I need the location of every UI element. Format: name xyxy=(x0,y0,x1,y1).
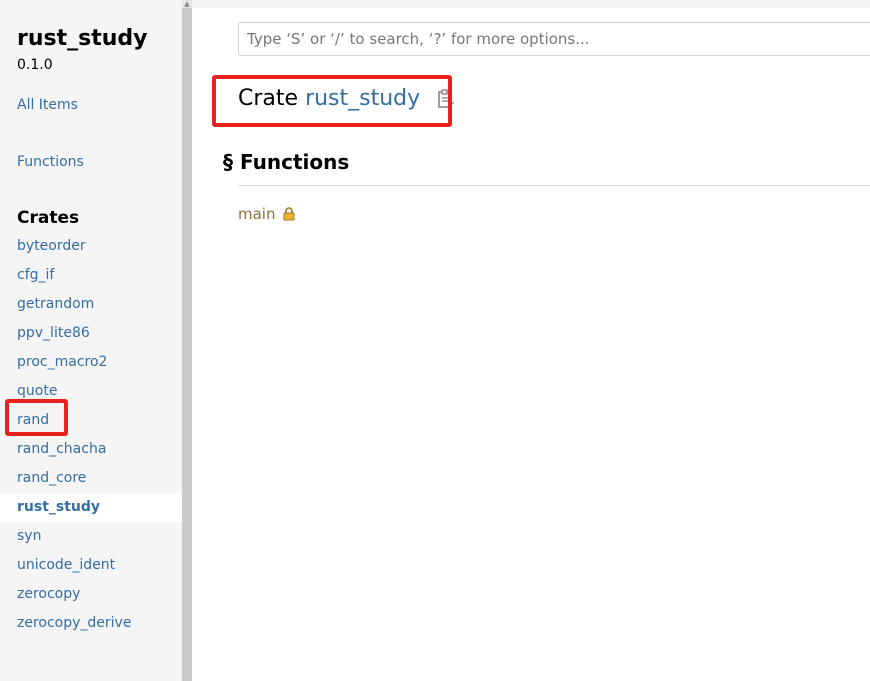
sidebar-scrollbar[interactable]: ▲ xyxy=(182,0,192,681)
function-link-main[interactable]: main xyxy=(238,205,275,223)
search-input[interactable] xyxy=(238,22,870,56)
highlight-box-rand xyxy=(5,399,68,436)
crate-item-getrandom[interactable]: getrandom xyxy=(0,290,182,319)
scrollbar-thumb[interactable] xyxy=(182,8,192,681)
crate-version: 0.1.0 xyxy=(17,57,53,73)
crate-item-proc-macro2[interactable]: proc_macro2 xyxy=(0,348,182,377)
section-heading-functions: § Functions xyxy=(223,150,349,174)
scroll-up-arrow-icon[interactable]: ▲ xyxy=(182,0,192,8)
crate-item-syn[interactable]: syn xyxy=(0,522,182,551)
crate-item-byteorder[interactable]: byteorder xyxy=(0,232,182,261)
crate-item-rand-core[interactable]: rand_core xyxy=(0,464,182,493)
section-divider xyxy=(238,185,870,186)
sidebar: rust_study 0.1.0 All Items Functions Cra… xyxy=(0,0,182,681)
sidebar-link-all-items[interactable]: All Items xyxy=(17,97,78,113)
crate-item-unicode-ident[interactable]: unicode_ident xyxy=(0,551,182,580)
sidebar-crate-title[interactable]: rust_study xyxy=(17,26,148,51)
crate-item-rand-chacha[interactable]: rand_chacha xyxy=(0,435,182,464)
crates-heading: Crates xyxy=(17,208,80,228)
crate-item-ppv-lite86[interactable]: ppv_lite86 xyxy=(0,319,182,348)
crate-item-cfg-if[interactable]: cfg_if xyxy=(0,261,182,290)
crate-item-zerocopy[interactable]: zerocopy xyxy=(0,580,182,609)
section-title: Functions xyxy=(239,150,350,174)
highlight-box-title xyxy=(212,75,452,127)
crate-item-zerocopy-derive[interactable]: zerocopy_derive xyxy=(0,609,182,638)
section-anchor[interactable]: § xyxy=(223,150,233,174)
crate-item-rust-study[interactable]: rust_study xyxy=(0,493,182,522)
sidebar-link-functions[interactable]: Functions xyxy=(17,154,84,170)
lock-icon xyxy=(283,207,295,221)
